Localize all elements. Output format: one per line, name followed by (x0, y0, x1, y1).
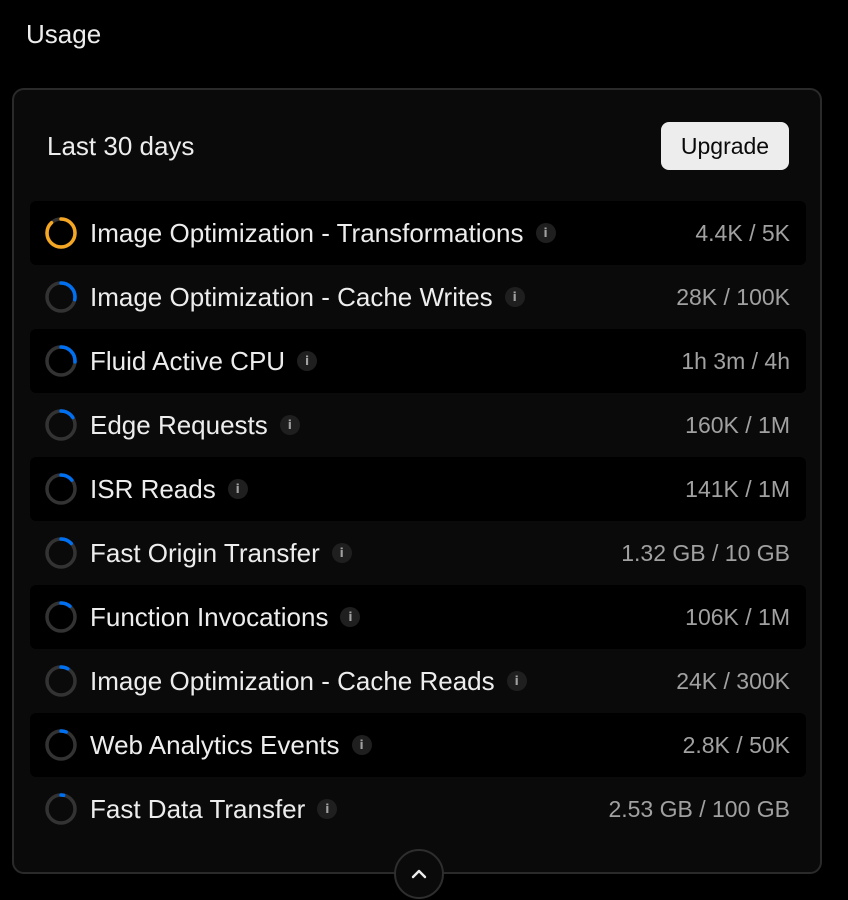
usage-list: Image Optimization - Transformations i 4.4… (30, 201, 806, 841)
usage-label: Edge Requests (90, 410, 268, 440)
info-icon[interactable]: i (297, 351, 318, 371)
usage-row[interactable]: Fast Origin Transfer i 1.32 GB / 10 GB (30, 521, 806, 585)
usage-label: Web Analytics Events (90, 730, 340, 760)
usage-label: Fluid Active CPU (90, 346, 286, 376)
info-icon[interactable]: i (340, 607, 361, 627)
usage-value: 24K / 300K (676, 668, 790, 694)
usage-label-group: Function Invocations i (90, 601, 361, 633)
usage-progress-ring (45, 793, 77, 825)
usage-label: Function Invocations (90, 602, 329, 632)
usage-label: Image Optimization - Transformations (90, 218, 524, 248)
progress-track (45, 665, 77, 697)
usage-label: Image Optimization - Cache Writes (90, 282, 493, 312)
usage-value: 1.32 GB / 10 GB (621, 540, 790, 566)
chevron-up-icon (411, 869, 427, 879)
usage-progress-ring (45, 217, 77, 249)
info-icon[interactable]: i (279, 415, 300, 435)
progress-arc (45, 217, 77, 249)
usage-label-group: Edge Requests i (90, 409, 300, 441)
usage-row[interactable]: Edge Requests i 160K / 1M (30, 393, 806, 457)
progress-track (45, 729, 77, 761)
usage-value: 1h 3m / 4h (681, 348, 790, 374)
usage-value: 28K / 100K (676, 284, 790, 310)
period-label: Last 30 days (47, 131, 195, 161)
usage-row[interactable]: Function Invocations i 106K / 1M (30, 585, 806, 649)
usage-label-group: Image Optimization - Cache Reads i (90, 665, 527, 697)
usage-label-group: Image Optimization - Transformations i (90, 217, 556, 249)
usage-progress-ring (45, 665, 77, 697)
usage-label-group: Fluid Active CPU i (90, 345, 318, 377)
usage-label: Fast Origin Transfer (90, 538, 320, 568)
usage-label: Fast Data Transfer (90, 794, 306, 824)
info-icon[interactable]: i (535, 223, 556, 243)
usage-progress-ring (45, 409, 77, 441)
info-icon[interactable]: i (351, 735, 372, 755)
usage-progress-ring (45, 537, 77, 569)
info-icon[interactable]: i (331, 543, 352, 563)
usage-row[interactable]: Web Analytics Events i 2.8K / 50K (30, 713, 806, 777)
usage-label: ISR Reads (90, 474, 216, 504)
usage-row[interactable]: Image Optimization - Cache Writes i 28K / … (30, 265, 806, 329)
usage-label-group: ISR Reads i (90, 473, 248, 505)
usage-row[interactable]: Fast Data Transfer i 2.53 GB / 100 GB (30, 777, 806, 841)
usage-row[interactable]: Image Optimization - Transformations i 4.4… (30, 201, 806, 265)
usage-value: 160K / 1M (685, 412, 790, 438)
usage-label-group: Image Optimization - Cache Writes i (90, 281, 525, 313)
info-icon[interactable]: i (504, 287, 525, 307)
collapse-button[interactable] (394, 849, 444, 899)
usage-row[interactable]: ISR Reads i 141K / 1M (30, 457, 806, 521)
usage-progress-ring (45, 601, 77, 633)
usage-value: 106K / 1M (685, 604, 790, 630)
usage-card: Last 30 days Upgrade Image Optimization … (12, 88, 822, 899)
usage-label-group: Fast Origin Transfer i (90, 537, 352, 569)
usage-value: 2.8K / 50K (682, 732, 790, 758)
info-icon[interactable]: i (227, 479, 248, 499)
usage-label-group: Fast Data Transfer i (90, 793, 338, 825)
usage-progress-ring (45, 729, 77, 761)
usage-value: 2.53 GB / 100 GB (608, 796, 790, 822)
usage-value: 4.4K / 5K (695, 220, 790, 246)
section-title: Usage (26, 19, 102, 49)
usage-progress-ring (45, 473, 77, 505)
usage-progress-ring (45, 345, 77, 377)
usage-label-group: Web Analytics Events i (90, 729, 372, 761)
usage-label: Image Optimization - Cache Reads (90, 666, 495, 696)
info-icon[interactable]: i (317, 799, 338, 819)
info-icon[interactable]: i (506, 671, 527, 691)
upgrade-button[interactable]: Upgrade (661, 122, 789, 170)
usage-row[interactable]: Image Optimization - Cache Reads i 24K / 3… (30, 649, 806, 713)
usage-row[interactable]: Fluid Active CPU i 1h 3m / 4h (30, 329, 806, 393)
usage-progress-ring (45, 281, 77, 313)
usage-value: 141K / 1M (685, 476, 790, 502)
card-header: Last 30 days Upgrade (14, 90, 820, 202)
progress-track (45, 793, 77, 825)
